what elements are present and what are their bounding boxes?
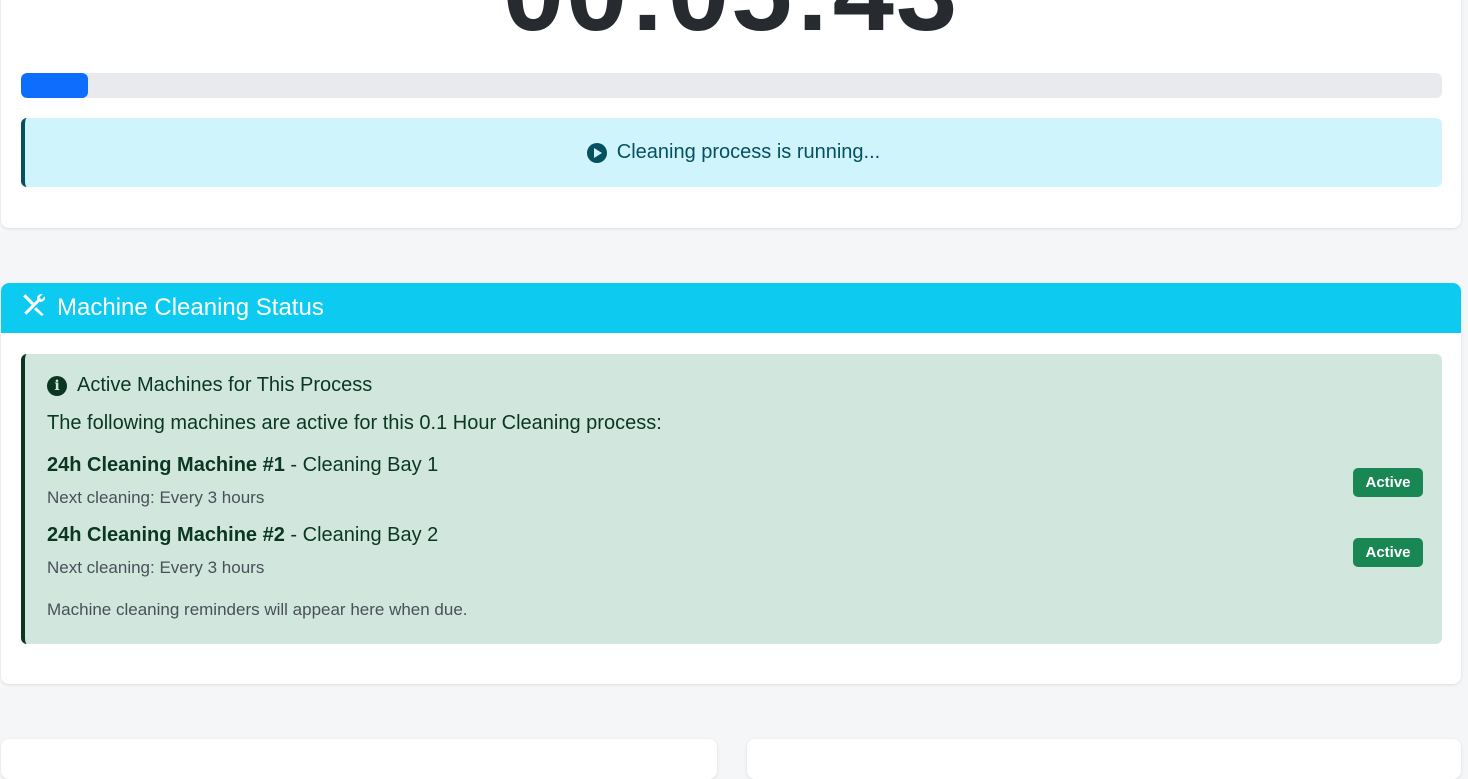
process-status-alert: Cleaning process is running... (21, 118, 1442, 187)
bottom-card-right (747, 739, 1461, 779)
machine-name: 24h Cleaning Machine #2 (47, 524, 285, 546)
card-title: Machine Cleaning Status (57, 294, 324, 321)
info-circle-icon: i (47, 375, 67, 396)
active-machines-alert: i Active Machines for This Process The f… (21, 354, 1442, 644)
alert-heading-text: Active Machines for This Process (77, 374, 373, 396)
timer-display: 00:05:43 (1, 0, 1461, 48)
machine-next-cleaning: Next cleaning: Every 3 hours (47, 558, 265, 577)
cleaning-progress-bar (21, 73, 1442, 98)
machine-next-cleaning: Next cleaning: Every 3 hours (47, 488, 265, 507)
reminders-note: Machine cleaning reminders will appear h… (47, 600, 468, 619)
machine-cleaning-status-card: Machine Cleaning Status i Active Machine… (1, 283, 1461, 684)
timer-card: 00:05:43 Cleaning process is running... (1, 0, 1461, 228)
status-badge: Active (1353, 538, 1423, 567)
machine-list-item: 24h Cleaning Machine #2 - Cleaning Bay 2… (47, 524, 1423, 584)
machine-name: 24h Cleaning Machine #1 (47, 454, 285, 476)
card-header: Machine Cleaning Status (1, 283, 1461, 333)
process-status-text: Cleaning process is running... (616, 141, 881, 163)
tools-icon (21, 292, 47, 325)
machine-list-item: 24h Cleaning Machine #1 - Cleaning Bay 1… (47, 454, 1423, 514)
machine-location: - Cleaning Bay 2 (284, 524, 439, 546)
bottom-card-left (1, 739, 717, 779)
alert-heading: i Active Machines for This Process (47, 374, 372, 397)
machine-location: - Cleaning Bay 1 (284, 454, 439, 476)
alert-intro-text: The following machines are active for th… (47, 412, 662, 434)
machine-name-line: 24h Cleaning Machine #2 - Cleaning Bay 2 (47, 524, 438, 547)
status-badge: Active (1353, 468, 1423, 497)
machine-name-line: 24h Cleaning Machine #1 - Cleaning Bay 1 (47, 454, 438, 477)
progress-bar-fill (21, 73, 88, 98)
play-circle-icon (586, 142, 607, 163)
